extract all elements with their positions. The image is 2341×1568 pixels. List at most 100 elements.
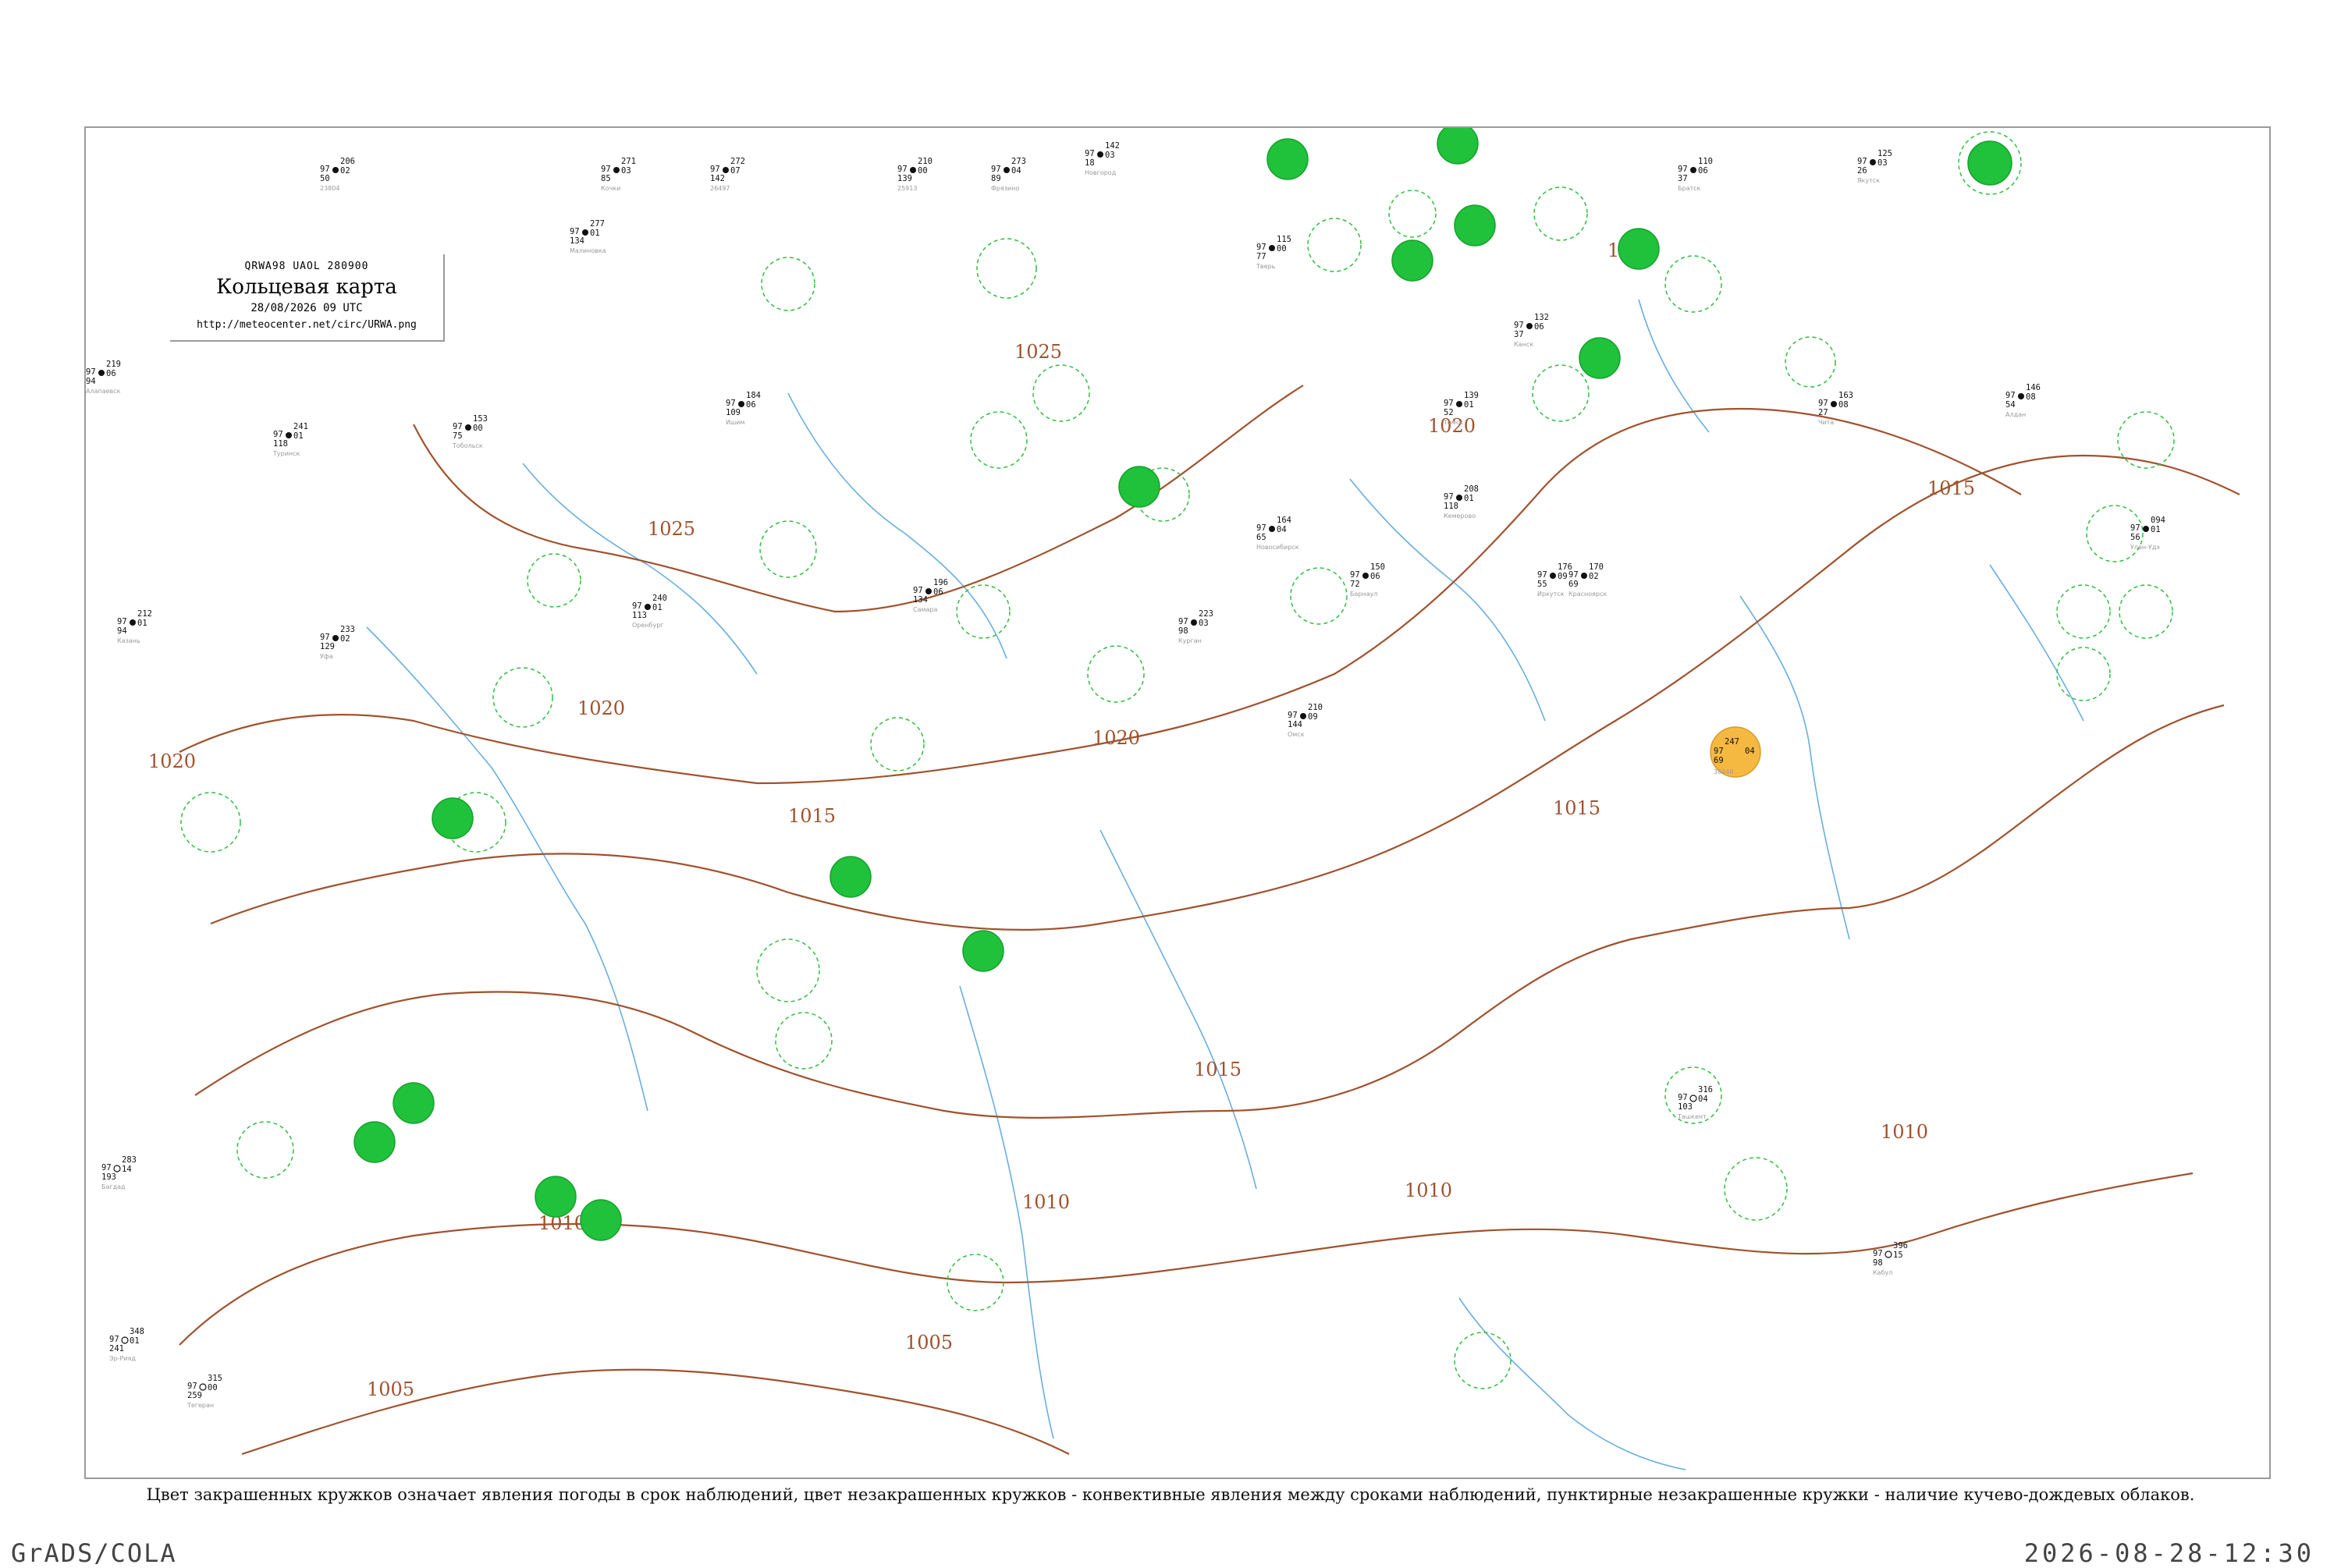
station-plot: 170 97 69 02 Красноярск [1568, 562, 1607, 598]
precip-circles-layer [353, 128, 2012, 1241]
station-dew: 50 [320, 174, 330, 183]
station-temp: 97 [1350, 570, 1360, 580]
station-dew: 134 [570, 236, 584, 246]
station-marker [465, 424, 471, 431]
isobar-label: 1010 [1405, 1180, 1452, 1201]
station-marker [2143, 526, 2149, 532]
station-plot: 110 97 37 06 Братск [1678, 157, 1713, 192]
river [1739, 595, 1850, 940]
station-dew: 94 [117, 626, 127, 636]
isobar-line [413, 385, 1304, 613]
cb-circle [1532, 364, 1590, 422]
station-plot: 184 97 109 06 Ишим [726, 391, 761, 426]
precip-circle [1454, 204, 1496, 247]
station-dew: 98 [1873, 1258, 1883, 1268]
station-pressure: 233 [340, 625, 355, 634]
map-title-box: QRWA98 UAOL 280900 Кольцевая карта 28/08… [170, 254, 445, 342]
station-name: Туринск [272, 450, 300, 457]
station-temp: 97 [2130, 523, 2140, 533]
station-dew: 85 [601, 174, 611, 183]
station-pressure: 196 [933, 578, 948, 587]
station-name: Тверь [1256, 263, 1276, 270]
precip-circle [829, 856, 872, 898]
station-temp: 97 [1085, 149, 1095, 158]
station-marker [1885, 1250, 1892, 1258]
cb-circle [527, 553, 581, 608]
station-pressure: 150 [1370, 562, 1385, 572]
cb-circle [1307, 218, 1362, 272]
station-pressure: 247 [1725, 737, 1739, 747]
map-url: http://meteocenter.net/circ/URWA.png [197, 319, 417, 331]
station-dew: 142 [710, 174, 725, 183]
station-plot: 094 97 56 01 Улан-Удэ [2130, 516, 2165, 551]
station-name: Уфа [320, 653, 333, 660]
station-name: 38446 [1714, 768, 1733, 775]
station-pressure: 153 [473, 414, 488, 424]
station-dew: 241 [109, 1344, 124, 1353]
station-marker [1456, 495, 1462, 501]
station-plot: 223 97 98 03 Курган [1178, 609, 1213, 644]
station-tend: 06 [1370, 572, 1380, 581]
isobar-label: 1010 [1881, 1121, 1928, 1143]
station-pressure: 219 [106, 360, 121, 369]
precip-circle [1437, 128, 1479, 165]
cb-circle [1032, 364, 1090, 422]
station-pressure: 273 [1011, 157, 1026, 166]
station-pressure: 223 [1199, 609, 1213, 619]
station-name: Кабул [1873, 1269, 1892, 1276]
footer-brand: GrADS/COLA [11, 1538, 177, 1568]
station-plot: 283 97 193 14 Багдад [101, 1155, 137, 1190]
station-pressure: 271 [621, 157, 636, 166]
station-temp: 97 [1818, 399, 1828, 408]
cb-circle [870, 717, 925, 772]
cb-circle [180, 792, 241, 853]
station-pressure: 163 [1838, 391, 1853, 400]
station-plot: 277 97 134 01 Малиновка [570, 219, 606, 254]
station-temp: 97 [601, 165, 611, 174]
station-temp: 97 [1714, 747, 1724, 756]
station-marker [1097, 151, 1103, 158]
station-dew: 69 [1714, 756, 1724, 765]
station-temp: 97 [273, 430, 283, 439]
station-tend: 09 [1308, 712, 1318, 722]
station-plot: 142 97 18 03 Новгород [1085, 141, 1120, 176]
station-plot: 153 97 75 00 Тобольск [452, 414, 488, 449]
station-temp: 97 [109, 1335, 119, 1344]
station-name: Канск [1514, 341, 1533, 348]
station-tend: 06 [1698, 166, 1708, 176]
station-tend: 01 [137, 619, 147, 628]
station-marker [113, 1165, 121, 1172]
station-pressure: 210 [1308, 703, 1323, 712]
station-pressure: 210 [918, 157, 932, 166]
station-tend: 01 [1464, 494, 1474, 503]
station-temp: 97 [1256, 243, 1266, 252]
cb-circle [759, 520, 817, 578]
station-pressure: 164 [1277, 516, 1291, 525]
isobar-line [241, 1368, 1070, 1456]
station-name: 26497 [710, 185, 730, 192]
station-plot: 240 97 113 01 Оренбург [632, 594, 667, 629]
station-marker [1269, 245, 1275, 251]
station-pressure: 212 [137, 609, 152, 619]
station-tend: 01 [2151, 525, 2161, 534]
station-pressure: 272 [730, 157, 745, 166]
station-name: 25913 [897, 185, 917, 192]
station-tend: 06 [746, 400, 756, 410]
station-marker [130, 619, 136, 626]
station-dew: 69 [1568, 580, 1579, 589]
station-name: Эр-Рияд [109, 1355, 136, 1362]
station-marker [1191, 619, 1197, 626]
station-marker [1581, 573, 1587, 579]
station-plot: 210 97 139 00 25913 [897, 157, 932, 192]
station-tend: 03 [1877, 158, 1888, 168]
station-name: Якутск [1857, 177, 1880, 184]
station-tend: 04 [1277, 525, 1287, 534]
river [1458, 1297, 1686, 1470]
station-tend: 14 [122, 1165, 132, 1174]
station-name: Улан-Удэ [2130, 544, 2160, 551]
station-name: Курган [1178, 637, 1202, 644]
station-pressure: 176 [1558, 562, 1572, 572]
station-pressure: 240 [652, 594, 667, 603]
cb-circle [2119, 584, 2173, 639]
station-dew: 27 [1818, 408, 1828, 417]
